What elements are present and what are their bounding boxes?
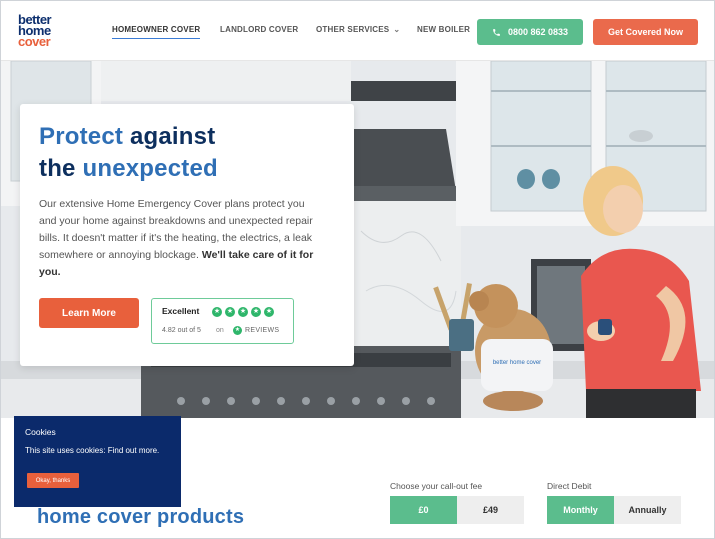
headline-the: the <box>39 155 76 182</box>
star-icon: ★ <box>251 307 261 317</box>
trust-rating-label: Excellent <box>162 306 200 316</box>
call-out-fee-label: Choose your call-out fee <box>390 481 483 491</box>
products-title: home cover products <box>37 506 245 528</box>
hero-description: Our extensive Home Emergency Cover plans… <box>39 196 319 281</box>
star-icon: ★ <box>264 307 274 317</box>
trust-score: 4.82 out of 5 <box>162 327 201 334</box>
star-icon: ★ <box>212 307 222 317</box>
get-covered-button[interactable]: Get Covered Now <box>593 19 698 45</box>
nav-other-services[interactable]: OTHER SERVICES ⌄ <box>316 25 400 34</box>
phone-button[interactable]: 0800 862 0833 <box>477 19 583 45</box>
star-icon: ★ <box>238 307 248 317</box>
learn-more-button[interactable]: Learn More <box>39 298 139 328</box>
page: better home cover HOMEOWNER COVER LANDLO… <box>0 0 715 539</box>
cookie-banner: Cookies This site uses cookies: Find out… <box>14 416 181 507</box>
cookie-text[interactable]: This site uses cookies: Find out more. <box>25 446 175 455</box>
dd-annually[interactable]: Annually <box>614 496 681 524</box>
nav-other-services-label: OTHER SERVICES <box>316 25 390 34</box>
trust-reviews: REVIEWS <box>245 327 280 334</box>
nav-landlord-cover[interactable]: LANDLORD COVER <box>220 25 298 34</box>
headline-unexpected: unexpected <box>82 155 218 182</box>
nav-homeowner-cover[interactable]: HOMEOWNER COVER <box>112 25 201 39</box>
logo[interactable]: better home cover <box>18 13 90 50</box>
hero-headline: Protect against the unexpected <box>39 121 339 185</box>
fee-option-49[interactable]: £49 <box>457 496 524 524</box>
headline-protect: Protect <box>39 123 124 150</box>
cookie-title: Cookies <box>25 427 56 437</box>
trust-on: on <box>216 327 224 334</box>
trust-stars: ★ ★ ★ ★ ★ <box>212 307 274 317</box>
logo-cover: cover <box>18 34 51 49</box>
phone-icon <box>493 28 500 36</box>
nav-new-boiler[interactable]: NEW BOILER <box>417 25 470 34</box>
dd-monthly[interactable]: Monthly <box>547 496 614 524</box>
chevron-down-icon: ⌄ <box>393 25 401 34</box>
cookie-accept-button[interactable]: Okay, thanks <box>27 473 79 488</box>
dog-apron-text: better home cover <box>493 360 541 366</box>
trustpilot-widget[interactable]: Excellent ★ ★ ★ ★ ★ 4.82 out of 5 on ★ R… <box>151 298 294 344</box>
star-icon: ★ <box>225 307 235 317</box>
phone-number: 0800 862 0833 <box>507 27 569 37</box>
headline-against: against <box>129 123 216 150</box>
trust-logo: ★ REVIEWS <box>233 326 279 335</box>
hero-card: Protect against the unexpected Our exten… <box>20 104 354 366</box>
reviews-logo-icon: ★ <box>233 326 242 335</box>
site-header: better home cover HOMEOWNER COVER LANDLO… <box>1 1 714 61</box>
fee-option-0[interactable]: £0 <box>390 496 457 524</box>
direct-debit-label: Direct Debit <box>547 481 592 491</box>
